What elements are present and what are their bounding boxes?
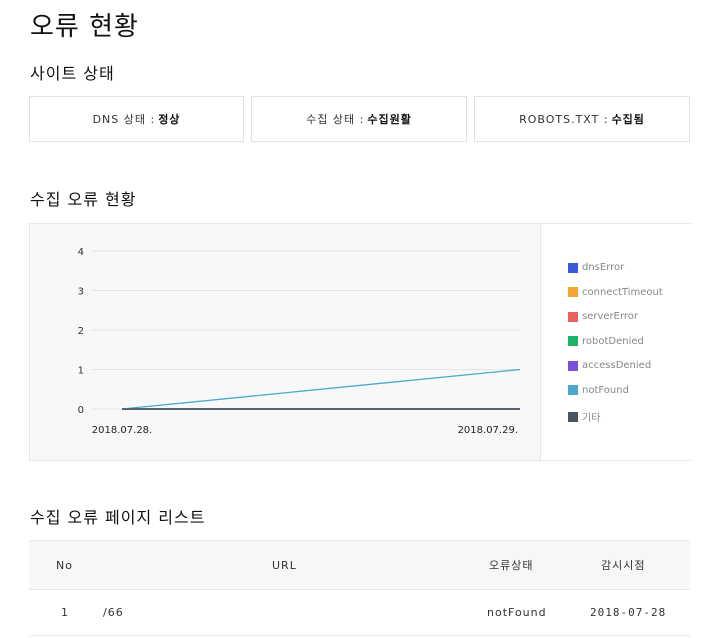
x-tick-label: 2018.07.28.: [92, 425, 152, 436]
legend-swatch: [568, 287, 578, 297]
column-header-status[interactable]: 오류상태: [489, 541, 533, 589]
column-header-time[interactable]: 감시시점: [601, 541, 645, 589]
legend-label: robotDenied: [582, 335, 644, 347]
y-tick-label: 3: [78, 287, 84, 298]
y-tick-label: 1: [78, 366, 84, 377]
y-tick-label: 4: [78, 247, 84, 258]
crawl-errors-chart: 0 1 2 3 4 2018.07.28. 2018.07.29. dnsError conn…: [29, 223, 691, 461]
legend-swatch: [568, 385, 578, 395]
column-header-url[interactable]: URL: [272, 541, 297, 589]
legend-swatch: [568, 262, 578, 273]
crawl-status-card: 수집 상태 : 수집원활: [251, 96, 467, 142]
row-no: 1: [61, 605, 69, 619]
legend-item[interactable]: serverError: [568, 311, 638, 322]
legend-swatch: [568, 411, 578, 422]
legend-item[interactable]: notFound: [568, 385, 629, 396]
line-chart: 0 1 2 3 4 2018.07.28. 2018.07.29.: [78, 247, 521, 436]
row-status: notFound: [487, 605, 547, 619]
robots-status-value: 수집됨: [611, 113, 645, 126]
legend-item[interactable]: robotDenied: [568, 336, 644, 347]
table-header: No URL 오류상태 감시시점: [29, 540, 690, 590]
legend-label: notFound: [582, 384, 629, 396]
y-tick-label: 0: [78, 405, 84, 416]
legend-label: 기타: [582, 413, 601, 424]
legend-swatch: [568, 311, 578, 322]
row-time: 2018-07-28: [590, 605, 667, 619]
row-url[interactable]: /66: [103, 589, 124, 635]
legend-label: connectTimeout: [582, 286, 663, 298]
error-pages-heading: 수집 오류 페이지 리스트: [30, 508, 206, 527]
legend-swatch: [568, 336, 578, 346]
dns-status-card: DNS 상태 : 정상: [29, 96, 244, 142]
dns-status-label: DNS 상태 :: [92, 113, 156, 126]
legend-item[interactable]: dnsError: [568, 262, 624, 273]
legend-label: serverError: [582, 311, 639, 322]
robots-status-label: ROBOTS.TXT :: [519, 112, 609, 126]
crawl-status-value: 수집원활: [367, 113, 412, 126]
legend-item[interactable]: 기타: [568, 409, 600, 424]
column-header-no[interactable]: No: [56, 541, 73, 589]
legend-swatch: [568, 360, 578, 371]
robots-status-card: ROBOTS.TXT : 수집됨: [474, 96, 690, 142]
crawl-errors-heading: 수집 오류 현황: [30, 190, 137, 209]
legend-label: accessDenied: [582, 360, 652, 371]
legend-item[interactable]: accessDenied: [568, 360, 651, 371]
dns-status-value: 정상: [158, 113, 181, 126]
site-status-heading: 사이트 상태: [30, 64, 115, 83]
x-tick-label: 2018.07.29.: [458, 425, 518, 436]
page-title: 오류 현황: [30, 12, 139, 42]
site-status-cards: DNS 상태 : 정상 수집 상태 : 수집원활 ROBOTS.TXT : 수집…: [29, 96, 690, 142]
table-row[interactable]: 1 /66 notFound 2018-07-28: [29, 589, 690, 636]
chart-legend: dnsError connectTimeout serverError robotDe…: [540, 224, 691, 460]
y-tick-label: 2: [78, 326, 84, 337]
legend-label: dnsError: [582, 262, 625, 273]
series-line-notFound: [121, 368, 521, 410]
legend-item[interactable]: connectTimeout: [568, 287, 663, 298]
crawl-status-label: 수집 상태 :: [306, 113, 365, 126]
